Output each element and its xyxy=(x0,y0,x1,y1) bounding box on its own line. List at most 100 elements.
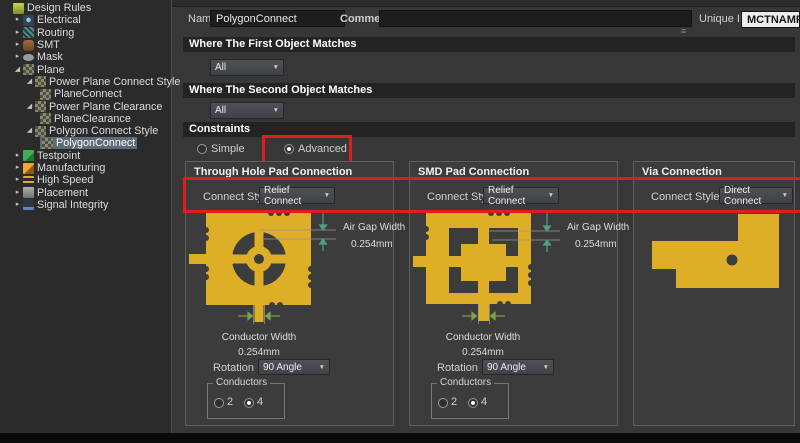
chevron-down-icon: ▼ xyxy=(548,192,554,199)
tree-item-label[interactable]: SMT xyxy=(37,39,60,51)
tree-item-label[interactable]: Signal Integrity xyxy=(37,199,108,211)
conductors-label: Conductors xyxy=(213,377,270,388)
expand-collapsed-icon[interactable]: ▸ xyxy=(12,14,23,26)
tree-item-manufacturing[interactable]: ▸ Manufacturing xyxy=(0,162,171,174)
rotation-label: Rotation xyxy=(437,362,478,374)
via-connection-panel: Via Connection Connect Style Direct Conn… xyxy=(633,161,795,426)
tree-item-routing[interactable]: ▸ Routing xyxy=(0,27,171,39)
tree-item-plane[interactable]: ◢ Plane xyxy=(0,63,171,75)
first-object-matches-header: Where The First Object Matches xyxy=(183,37,795,52)
tree-item-label[interactable]: Polygon Connect Style xyxy=(49,125,158,137)
conductors-4-radio[interactable] xyxy=(244,398,254,408)
conductors-2-radio[interactable] xyxy=(438,398,448,408)
rotation-label: Rotation xyxy=(213,362,254,374)
dropdown-value: Relief Connect xyxy=(488,185,544,207)
smd-connect-style-dropdown[interactable]: Relief Connect ▼ xyxy=(483,187,559,204)
conductors-4-label[interactable]: 4 xyxy=(257,396,263,408)
tree-item-power-plane-connect-style[interactable]: ◢ Power Plane Connect Style xyxy=(0,76,171,88)
expand-collapsed-icon[interactable]: ▸ xyxy=(12,187,23,199)
tree-item-polygonconnect[interactable]: PolygonConnect xyxy=(0,137,171,149)
dropdown-value: 90 Angle xyxy=(487,362,526,373)
tree-item-label[interactable]: Electrical xyxy=(37,14,81,26)
tree-item-high-speed[interactable]: ▸ High Speed xyxy=(0,174,171,186)
expand-expanded-icon[interactable]: ◢ xyxy=(12,64,23,76)
conductors-4-label[interactable]: 4 xyxy=(481,396,487,408)
rotation-dropdown[interactable]: 90 Angle ▼ xyxy=(482,359,554,375)
rotation-dropdown[interactable]: 90 Angle ▼ xyxy=(258,359,330,375)
chevron-down-icon: ▼ xyxy=(324,192,330,199)
tree-item-label[interactable]: Plane xyxy=(37,64,65,76)
unique-id-field[interactable]: MCTNAMFK xyxy=(741,11,800,28)
tree-item-electrical[interactable]: ▸ Electrical xyxy=(0,14,171,26)
expand-collapsed-icon[interactable]: ▸ xyxy=(12,162,23,174)
tree-item-label[interactable]: Power Plane Clearance xyxy=(49,101,162,113)
tree-item-design-rules[interactable]: Design Rules xyxy=(0,2,171,14)
tree-item-smt[interactable]: ▸ SMT xyxy=(0,39,171,51)
chevron-down-icon: ▼ xyxy=(273,107,279,114)
tree-item-label[interactable]: Routing xyxy=(37,27,74,39)
conductors-2-label[interactable]: 2 xyxy=(451,396,457,408)
conductors-groupbox: Conductors 2 4 xyxy=(431,383,509,419)
via-connect-style-dropdown[interactable]: Direct Connect ▼ xyxy=(719,187,793,204)
dropdown-value: 90 Angle xyxy=(263,362,302,373)
tree-item-label[interactable]: PolygonConnect xyxy=(56,137,135,149)
expand-collapsed-icon[interactable]: ▸ xyxy=(12,51,23,63)
expand-collapsed-icon[interactable]: ▸ xyxy=(12,27,23,39)
tree-item-polygon-connect-style[interactable]: ◢ Polygon Connect Style xyxy=(0,125,171,137)
tree-item-label[interactable]: Mask xyxy=(37,51,63,63)
signal-integrity-icon xyxy=(23,199,34,210)
tree-item-label[interactable]: Manufacturing xyxy=(37,162,105,174)
plane-icon xyxy=(23,64,34,75)
routing-icon xyxy=(23,27,34,38)
tree-item-label[interactable]: Power Plane Connect Style xyxy=(49,76,180,88)
dropdown-value: Relief Connect xyxy=(264,185,320,207)
simple-radio[interactable] xyxy=(197,144,207,154)
conductors-2-label[interactable]: 2 xyxy=(227,396,233,408)
advanced-radio-label[interactable]: Advanced xyxy=(298,143,347,155)
expand-collapsed-icon[interactable]: ▸ xyxy=(12,199,23,211)
name-input[interactable]: PolygonConnect xyxy=(210,10,345,27)
tree-item-label[interactable]: Design Rules xyxy=(27,2,91,14)
tree-item-label[interactable]: PlaneClearance xyxy=(54,113,131,125)
manufacturing-icon xyxy=(23,163,34,174)
conductors-4-radio[interactable] xyxy=(468,398,478,408)
tree-item-signal-integrity[interactable]: ▸ Signal Integrity xyxy=(0,199,171,211)
tree-item-placement[interactable]: ▸ Placement xyxy=(0,186,171,198)
expand-collapsed-icon[interactable]: ▸ xyxy=(12,150,23,162)
tree-item-power-plane-clearance[interactable]: ◢ Power Plane Clearance xyxy=(0,100,171,112)
tree-item-label[interactable]: Testpoint xyxy=(37,150,80,162)
rules-tree-panel: Design Rules ▸ Electrical ▸ Routing ▸ SM… xyxy=(0,0,172,433)
panel-title: Through Hole Pad Connection xyxy=(194,166,352,178)
selected-tree-item[interactable]: PolygonConnect xyxy=(40,137,137,149)
rule-icon xyxy=(42,138,53,149)
through-hole-connect-style-dropdown[interactable]: Relief Connect ▼ xyxy=(259,187,335,204)
smd-pad-connection-panel: SMD Pad Connection Connect Style Relief … xyxy=(409,161,618,426)
tree-item-planeclearance[interactable]: PlaneClearance xyxy=(0,113,171,125)
tree-item-label[interactable]: Placement xyxy=(37,187,88,199)
conductors-2-radio[interactable] xyxy=(214,398,224,408)
advanced-radio[interactable] xyxy=(284,144,294,154)
expand-collapsed-icon[interactable]: ▸ xyxy=(12,174,23,186)
second-object-scope-dropdown[interactable]: All ▼ xyxy=(210,102,284,119)
second-object-matches-header: Where The Second Object Matches xyxy=(183,83,795,98)
expand-expanded-icon[interactable]: ◢ xyxy=(24,125,35,137)
chevron-down-icon: ▼ xyxy=(273,64,279,71)
expand-expanded-icon[interactable]: ◢ xyxy=(24,101,35,113)
tree-item-label[interactable]: High Speed xyxy=(37,174,93,186)
tree-item-label[interactable]: PlaneConnect xyxy=(54,88,122,100)
panel-title: SMD Pad Connection xyxy=(418,166,529,178)
via-preview xyxy=(634,207,794,302)
tree-item-planeconnect[interactable]: PlaneConnect xyxy=(0,88,171,100)
rule-type-icon xyxy=(35,101,46,112)
tree-item-mask[interactable]: ▸ Mask xyxy=(0,51,171,63)
electrical-icon xyxy=(23,15,34,26)
tree-item-testpoint[interactable]: ▸ Testpoint xyxy=(0,150,171,162)
air-gap-width-value: 0.254mm xyxy=(351,239,393,250)
air-gap-width-value: 0.254mm xyxy=(575,239,617,250)
comment-input[interactable] xyxy=(379,10,692,27)
expand-collapsed-icon[interactable]: ▸ xyxy=(12,39,23,51)
expand-expanded-icon[interactable]: ◢ xyxy=(24,76,35,88)
first-object-scope-dropdown[interactable]: All ▼ xyxy=(210,59,284,76)
simple-radio-label[interactable]: Simple xyxy=(211,143,245,155)
testpoint-icon xyxy=(23,150,34,161)
